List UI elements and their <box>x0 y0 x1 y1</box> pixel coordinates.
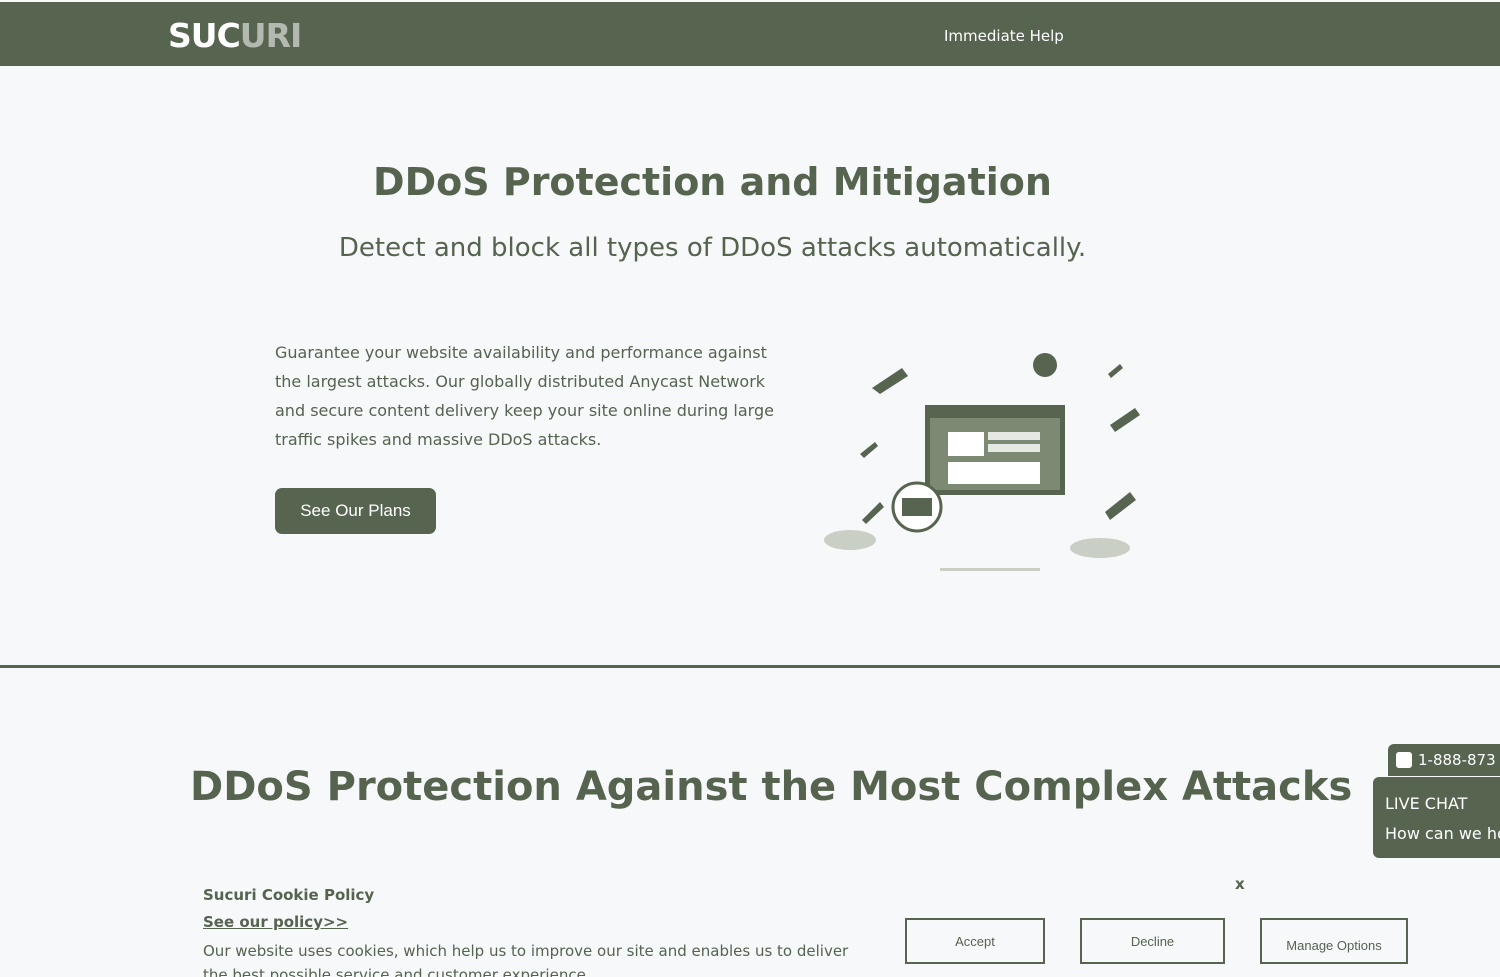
section-divider <box>0 665 1500 668</box>
site-header: SUCURI Immediate Help <box>0 2 1500 66</box>
live-chat-widget[interactable]: LIVE CHAT How can we help <box>1373 777 1500 858</box>
cookie-policy-title: Sucuri Cookie Policy <box>203 886 375 904</box>
nav-immediate-help[interactable]: Immediate Help <box>944 27 1064 45</box>
hero-body-text: Guarantee your website availability and … <box>275 343 774 449</box>
phone-tab[interactable]: 1-888-873 <box>1388 744 1500 776</box>
see-our-plans-button[interactable]: See Our Plans <box>275 488 436 534</box>
hero-subtitle: Detect and block all types of DDoS attac… <box>338 233 1087 263</box>
cookie-manage-options-button[interactable]: Manage Options <box>1260 918 1408 964</box>
hero-title: DDoS Protection and Mitigation <box>373 160 1052 204</box>
cookie-close-button[interactable]: x <box>1235 875 1245 893</box>
ddos-shield-illustration-icon <box>824 353 1140 571</box>
section-title: DDoS Protection Against the Most Complex… <box>190 764 1353 810</box>
cookie-policy-link[interactable]: See our policy>> <box>203 913 348 931</box>
live-chat-subtitle: How can we help <box>1385 824 1500 843</box>
cookie-policy-text: Our website uses cookies, which help us … <box>203 942 849 977</box>
sucuri-logo[interactable]: SUCURI <box>168 18 302 54</box>
live-chat-title: LIVE CHAT <box>1385 794 1468 813</box>
phone-icon <box>1396 752 1412 768</box>
phone-number: 1-888-873 <box>1418 751 1496 769</box>
cookie-accept-button[interactable]: Accept <box>905 918 1045 964</box>
cookie-decline-button[interactable]: Decline <box>1080 918 1225 964</box>
